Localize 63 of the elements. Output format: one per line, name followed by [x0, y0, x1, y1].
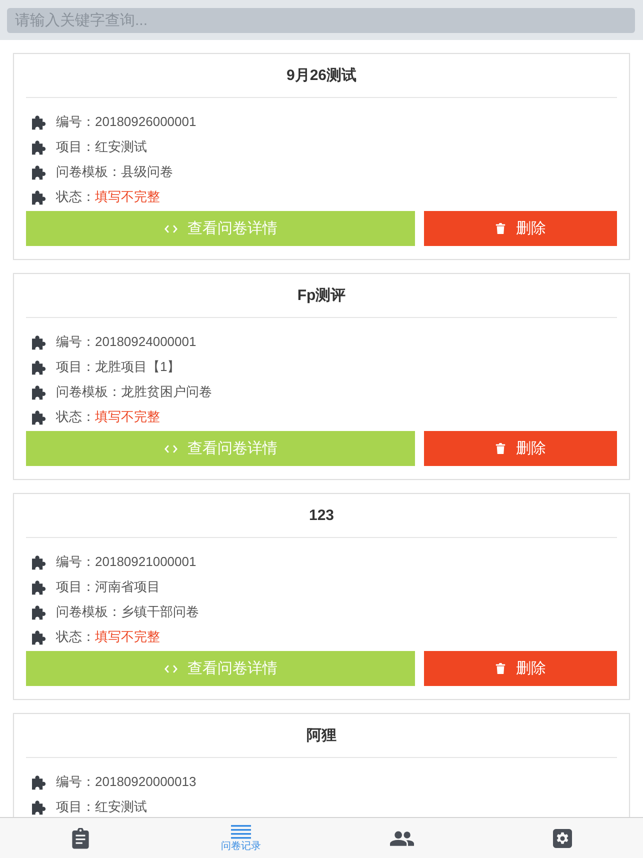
field-label: 问卷模板： — [56, 382, 121, 400]
record-title: Fp测评 — [296, 286, 347, 306]
view-button[interactable]: 查看问卷详情 — [26, 211, 416, 246]
trash-icon — [495, 222, 506, 235]
field-label: 项目： — [56, 138, 95, 156]
record-title: 9月26测试 — [285, 66, 358, 86]
field-label: 问卷模板： — [56, 162, 121, 180]
field-value: 龙胜项目【1】 — [95, 358, 180, 376]
puzzle-icon — [31, 334, 47, 350]
field-value: 20180926000001 — [95, 114, 196, 129]
field-value: 河南省项目 — [95, 578, 160, 596]
puzzle-icon — [31, 604, 47, 620]
puzzle-icon — [31, 554, 47, 570]
field-label: 项目： — [56, 358, 95, 376]
puzzle-icon — [31, 384, 47, 400]
delete-button[interactable]: 删除 — [424, 431, 617, 466]
field-value: 20180924000001 — [95, 334, 196, 349]
field-value: 20180921000001 — [95, 554, 196, 569]
trash-icon — [495, 442, 506, 455]
status-value: 填写不完整 — [95, 188, 160, 206]
field-value: 县级问卷 — [121, 162, 173, 180]
people-icon — [390, 830, 414, 846]
puzzle-icon — [31, 138, 47, 154]
puzzle-icon — [31, 798, 47, 814]
record-title: 阿狸 — [306, 726, 338, 746]
view-button[interactable]: 查看问卷详情 — [26, 431, 416, 466]
trash-icon — [495, 662, 506, 675]
puzzle-icon — [31, 774, 47, 790]
field-value: 乡镇干部问卷 — [121, 602, 199, 620]
code-icon — [164, 662, 178, 674]
puzzle-icon — [31, 114, 47, 130]
field-value: 20180920000013 — [95, 774, 196, 789]
field-label: 编号： — [56, 772, 95, 790]
field-label: 项目： — [56, 578, 95, 596]
puzzle-icon — [31, 408, 47, 424]
delete-button[interactable]: 删除 — [424, 211, 617, 246]
code-icon — [164, 442, 178, 454]
code-icon — [164, 222, 178, 234]
field-value: 龙胜贫困户问卷 — [121, 382, 212, 400]
field-label: 状态： — [56, 188, 95, 206]
field-label: 编号： — [56, 552, 95, 570]
puzzle-icon — [31, 578, 47, 594]
status-value: 填写不完整 — [95, 408, 160, 426]
field-label: 编号： — [56, 112, 95, 130]
tab-item[interactable]: 问卷记录 — [160, 818, 322, 858]
delete-button[interactable]: 删除 — [424, 651, 617, 686]
field-label: 状态： — [56, 628, 95, 646]
puzzle-icon — [31, 164, 47, 180]
field-value: 红安测试 — [95, 798, 147, 816]
status-value: 填写不完整 — [95, 628, 160, 646]
list-icon — [231, 825, 252, 839]
field-value: 红安测试 — [95, 138, 147, 156]
field-label: 编号： — [56, 332, 95, 350]
gear-icon — [553, 828, 572, 848]
field-label: 状态： — [56, 408, 95, 426]
puzzle-icon — [31, 188, 47, 204]
puzzle-icon — [31, 628, 47, 644]
field-label: 问卷模板： — [56, 602, 121, 620]
puzzle-icon — [31, 358, 47, 374]
field-label: 项目： — [56, 798, 95, 816]
clipboard-icon — [72, 828, 89, 848]
view-button[interactable]: 查看问卷详情 — [26, 651, 416, 686]
record-title: 123 — [308, 506, 336, 526]
